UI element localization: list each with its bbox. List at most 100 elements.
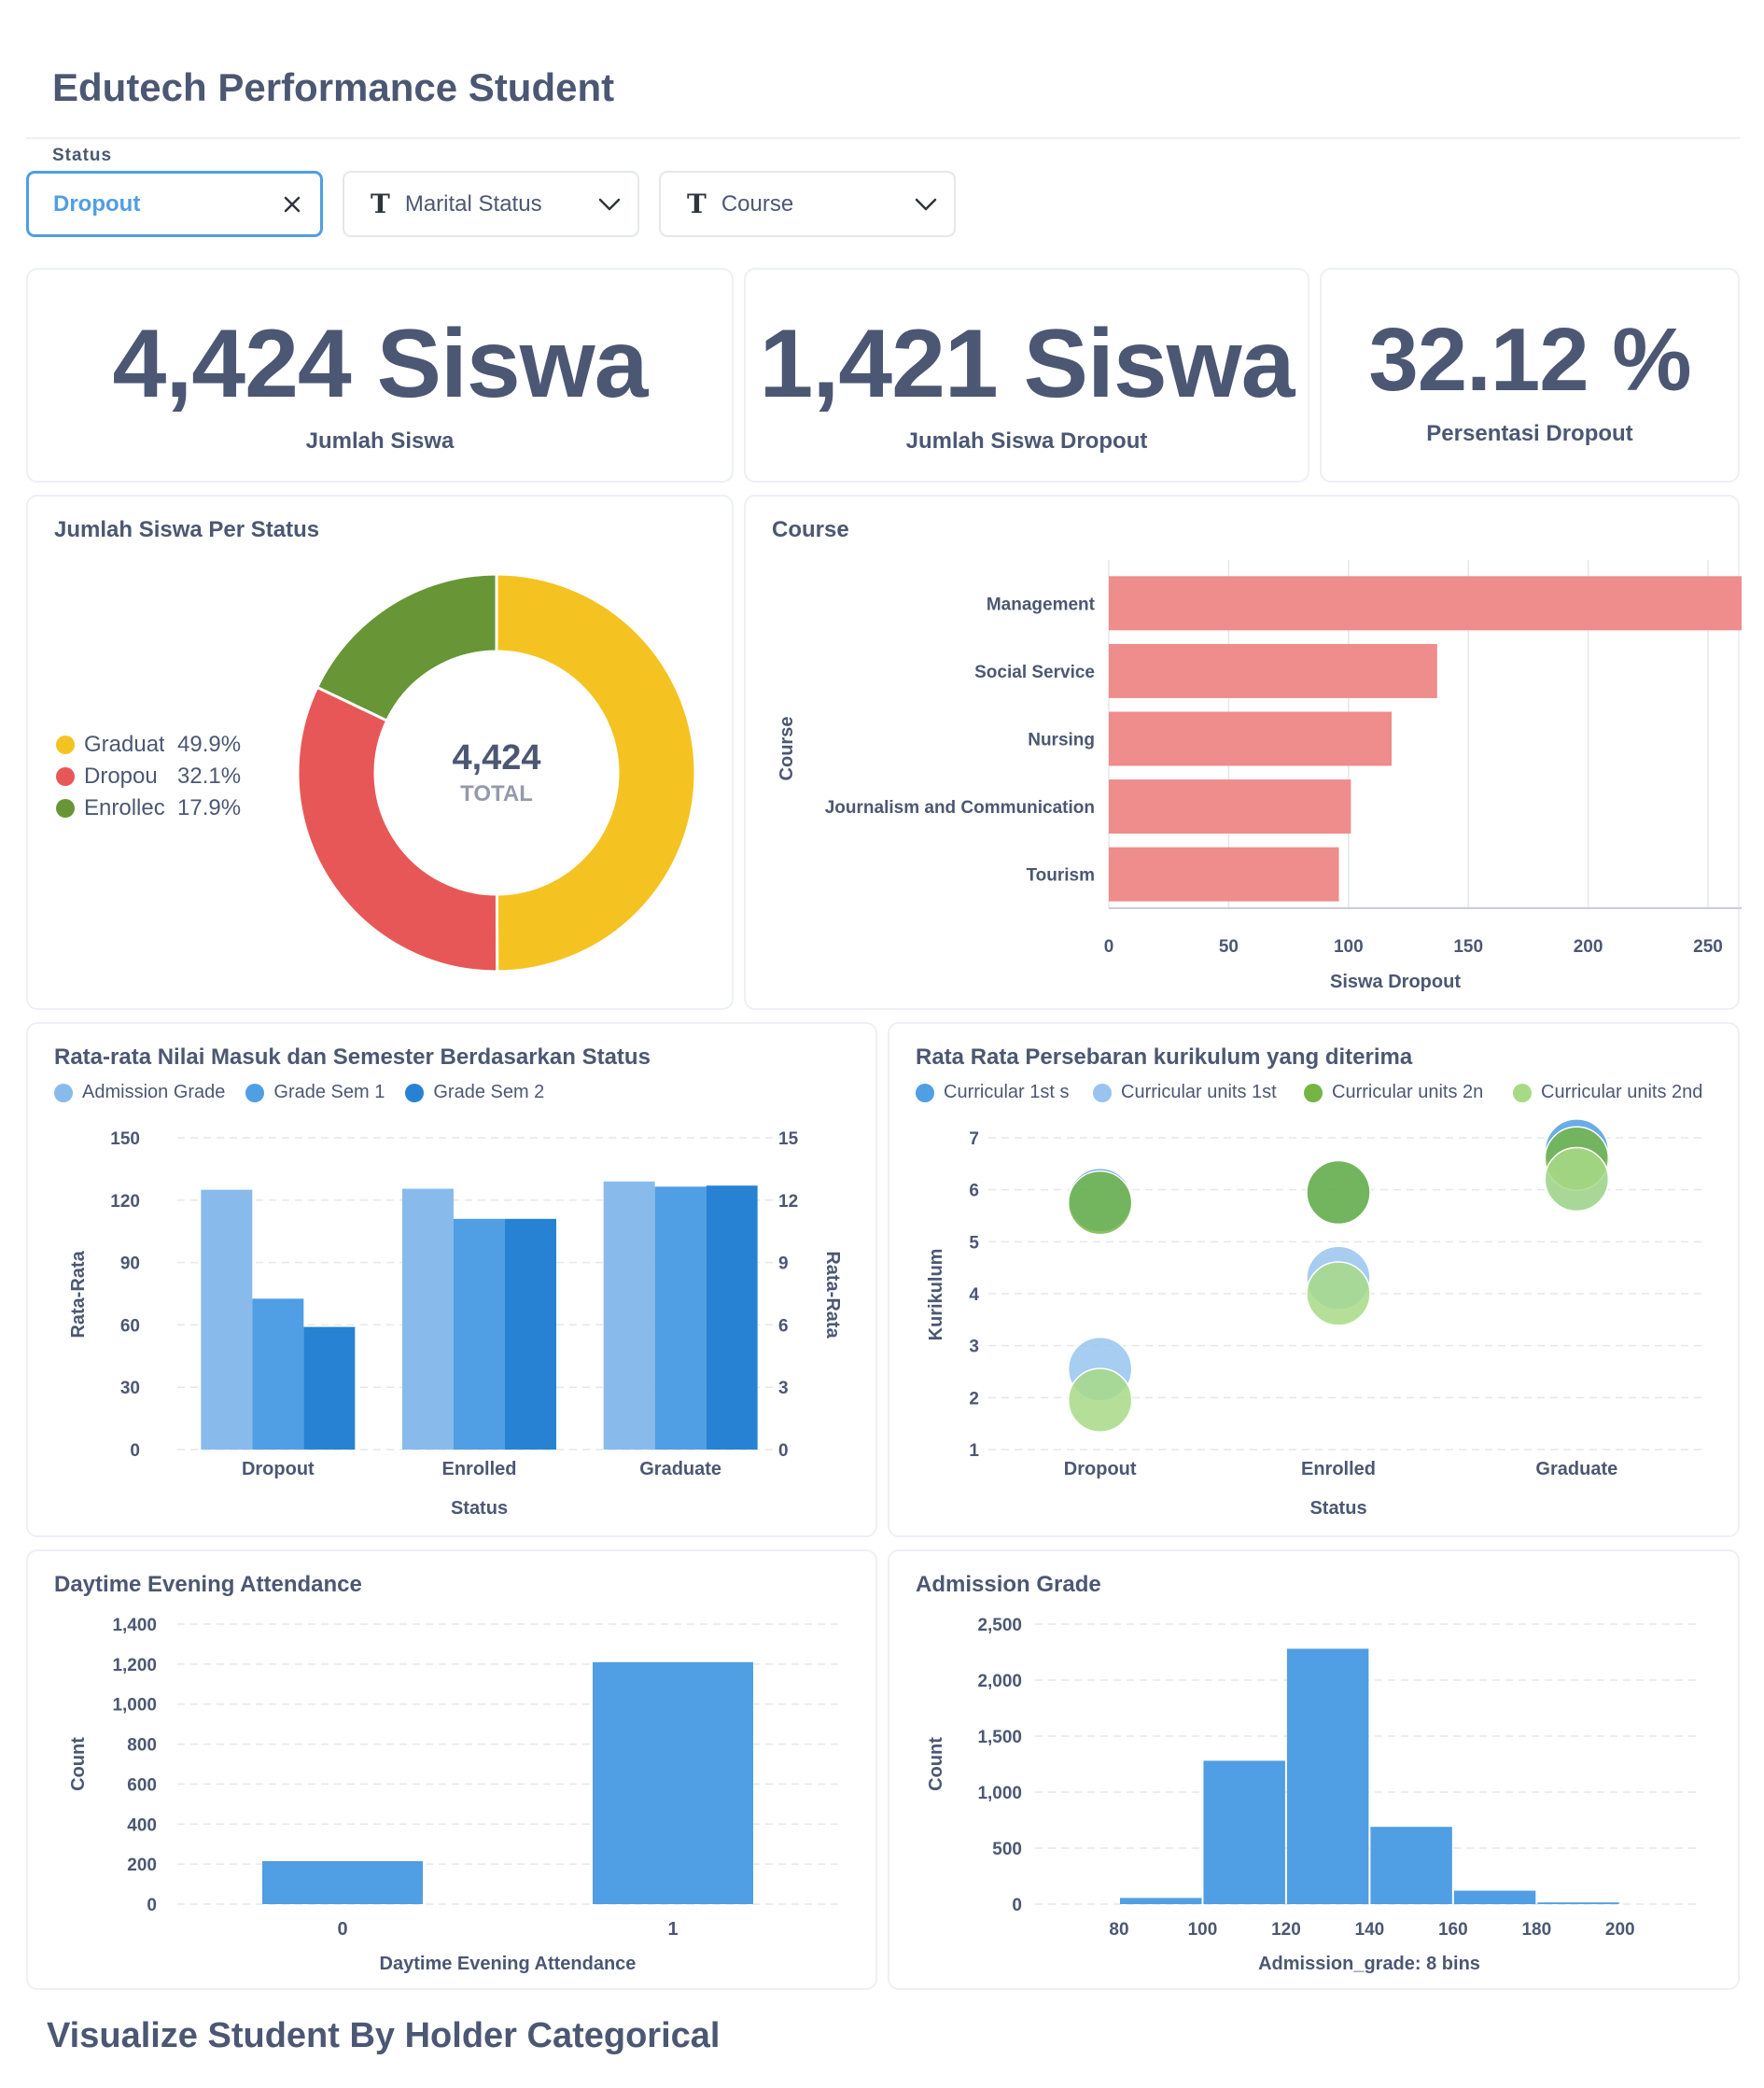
grades-bar-chart: 0 0 30 3 60 6 90 9 120 12 150 15 Dropout Enrolled Grad… <box>68 1129 843 1519</box>
x-tick-label: 80 <box>1109 1920 1128 1940</box>
histogram-bar <box>1120 1898 1202 1904</box>
y-tick-label: Journalism and Communication <box>825 798 1095 818</box>
histogram-bar <box>1537 1902 1619 1904</box>
y-axis-title: Kurikulum <box>926 1249 946 1341</box>
y-axis-title: Count <box>926 1737 946 1791</box>
y2-tick-label: 15 <box>778 1129 799 1149</box>
status-filter-value: Dropout <box>53 190 141 217</box>
section-title: Visualize Student By Holder Categorical <box>47 2016 721 2055</box>
grade-bar <box>603 1181 655 1450</box>
x-axis-title: Daytime Evening Attendance <box>380 1954 637 1974</box>
y-tick-label: 1,000 <box>112 1696 157 1716</box>
kpi-value: 4,424 Siswa <box>112 310 649 418</box>
x-axis-title: Siswa Dropout <box>1330 972 1461 992</box>
close-icon[interactable] <box>264 195 320 214</box>
y-tick-label: 60 <box>120 1316 140 1336</box>
y-tick-label: 600 <box>127 1775 157 1795</box>
y-tick-label: 1,500 <box>977 1728 1022 1747</box>
x-tick-label: 0 <box>337 1919 347 1940</box>
text-type-icon: T <box>687 189 707 219</box>
x-tick-label: 140 <box>1355 1920 1385 1940</box>
x-tick-label: Dropout <box>1064 1459 1137 1479</box>
y-tick-label: 150 <box>110 1129 140 1149</box>
text-type-icon: T <box>371 189 390 219</box>
course-filter[interactable]: T Course <box>659 171 956 237</box>
scatter-point <box>1067 1367 1133 1433</box>
y-axis-title: Rata-Rata <box>68 1250 89 1338</box>
y2-tick-label: 12 <box>778 1192 798 1212</box>
donut-center-label: TOTAL <box>460 781 533 806</box>
y-tick-label: 0 <box>1012 1896 1022 1915</box>
y-axis-title: Count <box>68 1737 89 1791</box>
kpi-card-total-students[interactable]: 4,424 Siswa Jumlah Siswa <box>26 268 734 483</box>
course-bar-chart: 0 50 100 150 200 250 Management Social Service N… <box>777 560 1742 992</box>
course-bar <box>1109 779 1351 834</box>
chevron-down-icon[interactable] <box>581 198 637 211</box>
grade-bar <box>505 1218 556 1450</box>
scatter-point <box>1067 1170 1133 1236</box>
y-tick-label: 7 <box>969 1129 979 1149</box>
x-tick-label: 200 <box>1574 937 1603 957</box>
status-filter[interactable]: Dropout <box>26 171 323 237</box>
grade-bar <box>402 1188 454 1450</box>
y-tick-label: Tourism <box>1026 866 1095 886</box>
x-tick-label: 200 <box>1605 1920 1635 1940</box>
x-axis-title: Status <box>1309 1498 1366 1519</box>
donut-slice-dropout <box>296 685 499 974</box>
y-tick-label: 200 <box>127 1856 157 1875</box>
y-tick-label: 90 <box>120 1254 140 1274</box>
x-tick-label: 120 <box>1271 1920 1301 1940</box>
y-tick-label: 1,400 <box>112 1616 157 1635</box>
y-tick-label: 5 <box>969 1233 979 1253</box>
x-tick-label: 50 <box>1219 937 1239 957</box>
y-tick-label: 1 <box>969 1441 979 1461</box>
x-tick-label: Graduate <box>639 1459 721 1479</box>
kpi-label: Jumlah Siswa <box>305 428 455 454</box>
y-tick-label: 2 <box>969 1389 979 1408</box>
grade-bar <box>654 1186 707 1450</box>
donut-chart: 4,424 TOTAL <box>296 572 697 974</box>
course-filter-label: Course <box>721 190 794 217</box>
status-filter-label: Status <box>52 146 113 165</box>
dashboard-page: Edutech Performance Student Status Dropo… <box>0 0 1764 2088</box>
course-bar <box>1109 643 1437 698</box>
x-tick-label: 100 <box>1334 937 1364 957</box>
y-tick-label: 0 <box>130 1441 140 1461</box>
marital-status-filter-label: Marital Status <box>404 190 542 217</box>
y-tick-label: 1,200 <box>112 1656 157 1675</box>
course-bar <box>1109 576 1742 631</box>
chevron-down-icon[interactable] <box>898 198 954 211</box>
attendance-card[interactable]: Daytime Evening Attendance 0 200 400 600 800… <box>26 1549 877 1990</box>
course-bar <box>1109 847 1339 902</box>
kpi-value: 32.12 % <box>1368 310 1691 410</box>
y-axis-title: Course <box>777 717 797 781</box>
grade-bar <box>303 1326 356 1450</box>
x-tick-label: 0 <box>1104 937 1114 957</box>
y-tick-label: 4 <box>969 1285 979 1305</box>
kpi-card-dropout-percent[interactable]: 32.12 % Persentasi Dropout <box>1320 268 1740 483</box>
kpi-card-dropout-students[interactable]: 1,421 Siswa Jumlah Siswa Dropout <box>744 268 1309 483</box>
histogram-bar <box>1453 1890 1536 1904</box>
histogram-bar <box>1286 1648 1369 1904</box>
y-tick-label: 400 <box>127 1815 157 1835</box>
y2-tick-label: 9 <box>778 1254 789 1274</box>
curriculum-scatter-card[interactable]: Rata Rata Persebaran kurikulum yang dite… <box>888 1022 1740 1537</box>
kpi-label: Jumlah Siswa Dropout <box>905 428 1148 454</box>
scatter-point <box>1544 1146 1610 1212</box>
y-tick-label: 120 <box>110 1192 140 1212</box>
donut-slice-enrolled <box>315 572 498 723</box>
dashboard-title: Edutech Performance Student <box>52 65 615 109</box>
avg-grades-card[interactable]: Rata-rata Nilai Masuk dan Semester Berda… <box>26 1022 877 1537</box>
status-donut-card[interactable]: Jumlah Siswa Per Status Graduat 49.9% Dr… <box>26 495 734 1010</box>
kpi-value: 1,421 Siswa <box>759 310 1295 418</box>
donut-center-value: 4,424 <box>452 738 540 778</box>
course-chart-card[interactable]: Course 0 50 100 150 200 250 Management Social S… <box>744 495 1742 1010</box>
y-tick-label: 2,000 <box>977 1672 1022 1691</box>
x-tick-label: Dropout <box>242 1459 315 1479</box>
y-tick-label: 6 <box>969 1182 979 1201</box>
x-tick-label: 180 <box>1521 1920 1551 1940</box>
y-tick-label: 800 <box>127 1736 157 1756</box>
admission-grade-card[interactable]: Admission Grade 0 500 1,000 1,500 2,000 2,500… <box>888 1549 1740 1990</box>
marital-status-filter[interactable]: T Marital Status <box>343 171 639 237</box>
y2-tick-label: 3 <box>778 1379 789 1398</box>
